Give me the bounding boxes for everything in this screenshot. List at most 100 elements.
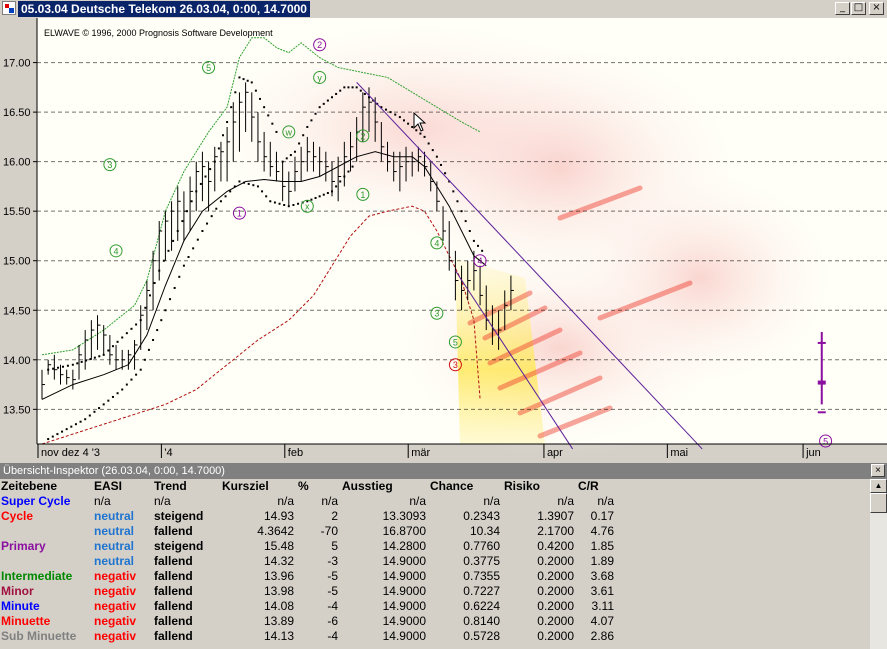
table-row[interactable]: neutral fallend 4.3642 -70 16.8700 10.34 2.170…	[0, 524, 618, 539]
table-cell: 14.9000	[382, 554, 426, 568]
dotted-upper-point	[172, 239, 175, 242]
table-row[interactable]: Cycle neutral steigend 14.93 2 13.3093 0.2343 1…	[0, 509, 618, 524]
table-cell: n/a	[557, 494, 574, 508]
column-header[interactable]: Trend	[154, 479, 222, 494]
column-header[interactable]: Ausstieg	[342, 479, 430, 494]
table-cell: 14.9000	[382, 584, 426, 598]
table-row[interactable]: Intermediate negativ fallend 13.96 -5 14.9000…	[0, 569, 618, 584]
dotted-lower-point	[335, 185, 338, 188]
dotted-upper-point	[259, 97, 262, 100]
scroll-thumb[interactable]	[870, 493, 887, 513]
table-cell: 3.11	[591, 599, 614, 613]
close-button[interactable]: ×	[869, 2, 884, 15]
dotted-lower-point	[243, 181, 246, 184]
table-cell: -6	[327, 614, 338, 628]
dotted-upper-point	[351, 86, 354, 89]
dotted-lower-point	[121, 388, 124, 391]
dotted-upper-point	[318, 106, 321, 109]
column-header[interactable]: Chance	[430, 479, 504, 494]
dotted-upper-point	[302, 134, 305, 137]
dotted-upper-point	[398, 116, 401, 119]
wave-label-text: w	[285, 127, 293, 137]
table-cell: 3.61	[590, 584, 614, 598]
table-row[interactable]: Minor negativ fallend 13.98 -5 14.9000 0.7227 0…	[0, 584, 618, 599]
dotted-lower-point	[339, 180, 342, 183]
dotted-lower-point	[125, 383, 128, 386]
dotted-upper-point	[121, 336, 124, 339]
y-tick-label: 16.50	[3, 107, 31, 119]
table-row[interactable]: neutral fallend 14.32 -3 14.9000 0.3775 0.2000…	[0, 554, 618, 569]
column-header[interactable]: %	[298, 479, 342, 494]
dotted-upper-point	[402, 119, 405, 122]
table-cell: 0.7355	[463, 569, 500, 583]
table-cell: negativ	[94, 614, 137, 628]
table-cell: 0.4200	[537, 539, 574, 553]
wave-label-text: 1	[237, 209, 242, 219]
table-cell: neutral	[94, 554, 135, 568]
table-row[interactable]: Sub Minuette negativ fallend 14.13 -4 14.9000…	[0, 629, 618, 644]
app-icon[interactable]	[2, 1, 16, 15]
column-header[interactable]: Zeitebene	[0, 479, 94, 494]
table-cell: 0.2000	[537, 614, 574, 628]
dotted-lower-point	[297, 202, 300, 205]
table-cell	[0, 554, 94, 569]
table-cell: 13.3093	[382, 509, 426, 523]
x-tick-label: jun	[805, 447, 821, 459]
wave-label-text: 4	[434, 238, 439, 248]
dotted-upper-point	[234, 91, 237, 94]
dotted-lower-point	[88, 414, 91, 417]
dotted-upper-point	[477, 244, 480, 247]
dotted-lower-point	[164, 309, 167, 312]
dotted-upper-point	[363, 92, 366, 95]
dotted-upper-point	[339, 89, 342, 92]
table-cell: Super Cycle	[1, 494, 71, 508]
inspector-close-button[interactable]: ×	[871, 464, 885, 477]
target-bar-tick	[817, 380, 826, 385]
dotted-lower-point	[102, 403, 105, 406]
table-row[interactable]: Super Cycle n/a n/a n/a n/a n/a n/a n/a n/a	[0, 494, 618, 509]
dotted-upper-point	[407, 122, 410, 125]
table-cell	[0, 524, 94, 539]
dotted-upper-point	[116, 340, 119, 343]
dotted-lower-point	[79, 420, 82, 423]
scroll-up-arrow-icon[interactable]: ▲	[870, 479, 887, 493]
maximize-button[interactable]: □	[851, 2, 866, 15]
dotted-upper-point	[226, 121, 229, 124]
dotted-lower-point	[201, 230, 204, 232]
inspector-scrollbar[interactable]: ▲	[870, 479, 887, 649]
table-cell: 15.48	[263, 539, 294, 553]
minimize-button[interactable]: _	[835, 2, 850, 15]
table-cell: 0.2000	[537, 599, 574, 613]
table-cell: neutral	[94, 509, 135, 523]
dotted-upper-point	[162, 259, 165, 262]
table-row[interactable]: Primary neutral steigend 15.48 5 14.2800 0.776…	[0, 539, 618, 554]
table-cell: fallend	[154, 629, 193, 643]
table-cell: 14.2800	[382, 539, 426, 553]
price-chart[interactable]: 3 4 5 1 w x y 2 2 1 4 3 5 3 4 5 ELWAVE © 1996, 2000 Pro…	[0, 18, 887, 463]
dotted-upper-point	[250, 81, 253, 84]
table-cell: Intermediate	[1, 569, 73, 583]
table-cell: fallend	[154, 524, 193, 538]
dotted-lower-point	[156, 329, 159, 332]
column-header[interactable]: C/R	[578, 479, 618, 494]
table-cell: fallend	[154, 599, 193, 613]
table-cell: Minuette	[1, 614, 51, 628]
dotted-upper-point	[394, 113, 397, 116]
dotted-lower-point	[160, 319, 163, 322]
inspector-table: Zeitebene EASI Trend Kursziel% Ausstieg Chanc…	[0, 479, 618, 644]
column-header[interactable]: Risiko	[504, 479, 578, 494]
table-row[interactable]: Minute negativ fallend 14.08 -4 14.9000 0.6224…	[0, 599, 618, 614]
column-header[interactable]: EASI	[94, 479, 154, 494]
dotted-upper-point	[144, 306, 147, 309]
dotted-lower-point	[351, 165, 354, 168]
dotted-lower-point	[93, 410, 96, 413]
column-header[interactable]: Kursziel	[222, 479, 298, 494]
table-row[interactable]: Minuette negativ fallend 13.89 -6 14.9000 0.81…	[0, 614, 618, 629]
table-cell: 1.89	[590, 554, 614, 568]
dotted-lower-point	[215, 207, 218, 210]
dotted-upper-point	[246, 79, 249, 82]
dotted-upper-point	[204, 175, 207, 178]
table-cell: 1.85	[590, 539, 614, 553]
dotted-lower-point	[314, 196, 317, 199]
table-cell: negativ	[94, 584, 137, 598]
